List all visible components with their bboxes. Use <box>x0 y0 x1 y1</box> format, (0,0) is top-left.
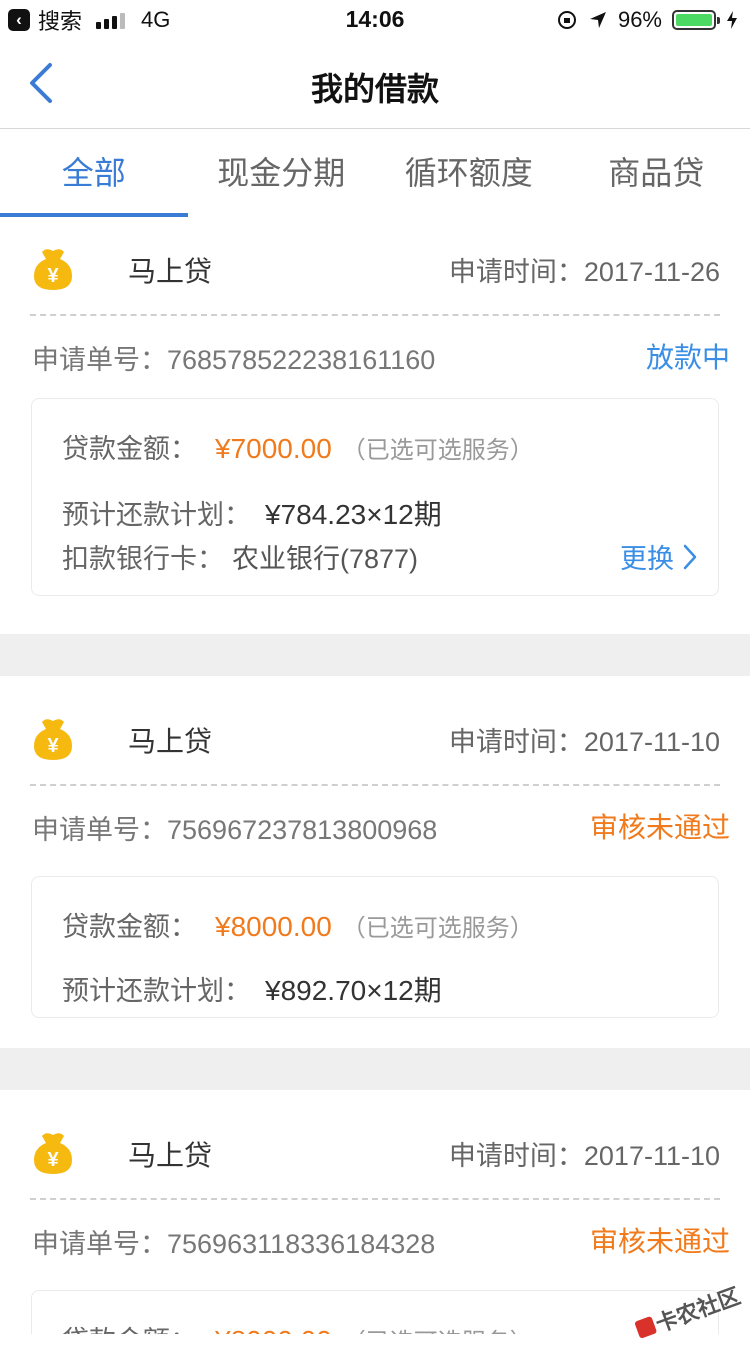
product-name: 马上贷 <box>128 720 212 760</box>
status-badge: 放款中 <box>646 336 730 376</box>
tab-cash-installment[interactable]: 现金分期 <box>188 129 376 217</box>
nav-bar: 我的借款 <box>0 40 750 129</box>
yuan-bag-icon: ¥ <box>30 1130 76 1176</box>
rotation-lock-icon <box>556 9 578 31</box>
charging-icon <box>726 10 738 30</box>
apply-time: 申请时间：2017-11-10 <box>449 720 720 759</box>
apply-time: 申请时间：2017-11-10 <box>449 1134 720 1173</box>
location-icon <box>588 10 608 30</box>
apply-time: 申请时间：2017-11-26 <box>449 250 720 289</box>
product-name: 马上贷 <box>128 1134 212 1174</box>
loan-detail-box: 贷款金额：¥8000.00（已选可选服务） <box>31 1290 719 1334</box>
divider <box>30 314 720 316</box>
repay-plan-row: 预计还款计划：¥784.23×12期 <box>62 493 442 533</box>
divider <box>30 1198 720 1200</box>
page-title: 我的借款 <box>0 64 750 110</box>
tab-revolving-credit[interactable]: 循环额度 <box>375 129 563 217</box>
loan-card[interactable]: ¥ 马上贷 申请时间：2017-11-10 申请单号：7569672378138… <box>0 688 750 1048</box>
order-number: 申请单号：756963118336184328 <box>32 1222 435 1261</box>
svg-text:¥: ¥ <box>47 735 59 757</box>
divider <box>30 784 720 786</box>
section-gap <box>0 1048 750 1090</box>
loan-card[interactable]: ¥ 马上贷 申请时间：2017-11-26 申请单号：7685785222381… <box>0 218 750 634</box>
loan-card[interactable]: ¥ 马上贷 申请时间：2017-11-10 申请单号：7569631183361… <box>0 1102 750 1334</box>
tab-bar: 全部 现金分期 循环额度 商品贷 <box>0 129 750 217</box>
status-bar: ‹ 搜索 4G 14:06 96% <box>0 0 750 40</box>
order-number: 申请单号：756967237813800968 <box>32 808 437 847</box>
section-gap <box>0 634 750 676</box>
tab-goods-loan[interactable]: 商品贷 <box>563 129 750 217</box>
status-badge: 审核未通过 <box>590 806 730 846</box>
change-card-button[interactable]: 更换 <box>620 537 698 576</box>
battery-percent: 96% <box>618 7 662 33</box>
loan-amount-row: 贷款金额：¥8000.00（已选可选服务） <box>62 905 534 944</box>
svg-text:¥: ¥ <box>47 1149 59 1171</box>
order-number: 申请单号：768578522238161160 <box>32 338 435 377</box>
battery-icon <box>672 10 716 30</box>
loan-detail-box: 贷款金额：¥7000.00（已选可选服务） 预计还款计划：¥784.23×12期… <box>31 398 719 596</box>
product-name: 马上贷 <box>128 250 212 290</box>
yuan-bag-icon: ¥ <box>30 716 76 762</box>
chevron-right-icon <box>682 543 698 571</box>
debit-card-row: 扣款银行卡：农业银行(7877) <box>62 537 418 576</box>
loan-detail-box: 贷款金额：¥8000.00（已选可选服务） 预计还款计划：¥892.70×12期 <box>31 876 719 1018</box>
repay-plan-row: 预计还款计划：¥892.70×12期 <box>62 969 442 1009</box>
status-badge: 审核未通过 <box>590 1220 730 1260</box>
tab-all[interactable]: 全部 <box>0 129 188 217</box>
loan-amount-row: 贷款金额：¥7000.00（已选可选服务） <box>62 427 534 466</box>
yuan-bag-icon: ¥ <box>30 246 76 292</box>
svg-text:¥: ¥ <box>47 265 59 287</box>
loan-amount-row: 贷款金额：¥8000.00（已选可选服务） <box>62 1319 534 1334</box>
